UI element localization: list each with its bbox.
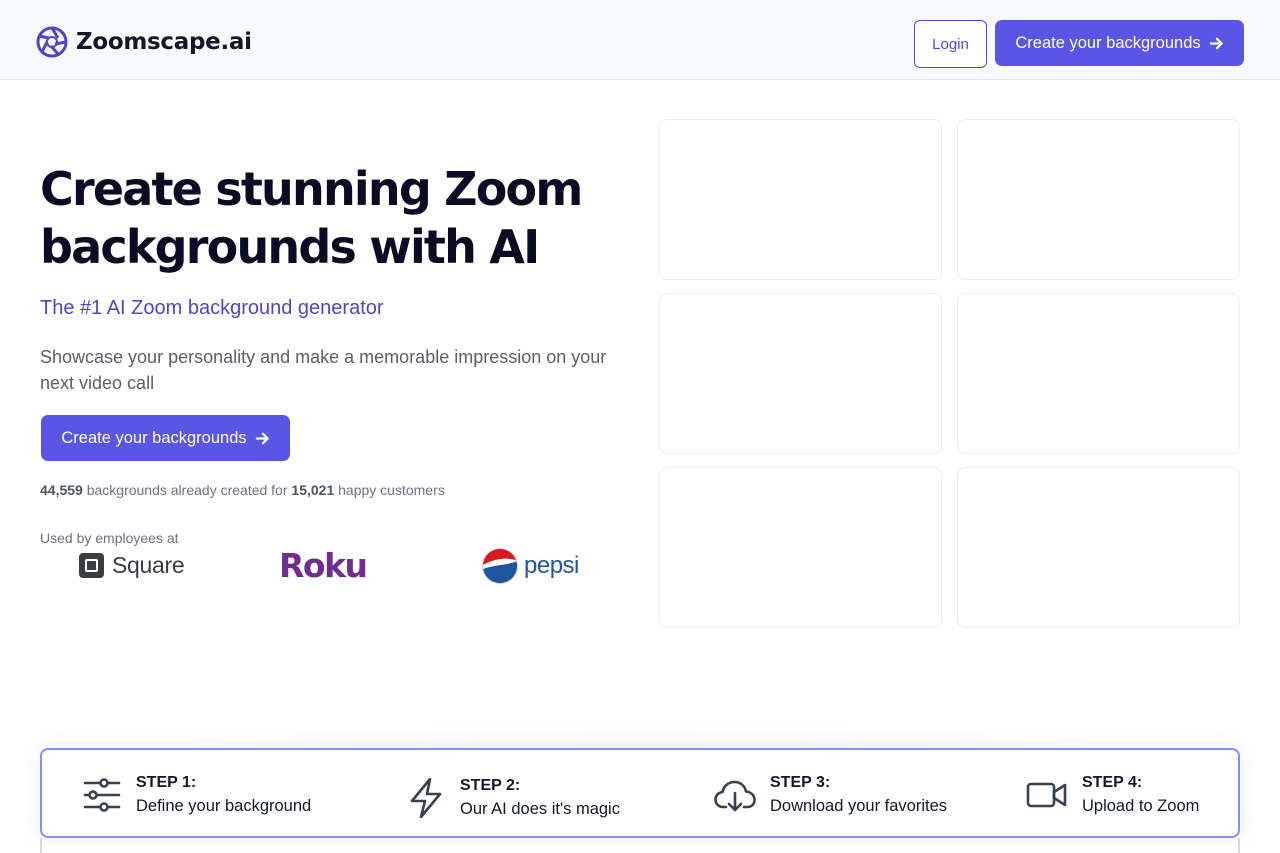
step-4: STEP 4: Upload to Zoom	[1026, 772, 1199, 818]
header-create-backgrounds-button[interactable]: Create your backgrounds	[995, 20, 1244, 66]
gallery-card	[659, 293, 942, 454]
brand-name: Zoomscape.ai	[76, 29, 252, 55]
gallery-card	[659, 467, 942, 628]
hero-description: Showcase your personality and make a mem…	[40, 347, 607, 393]
step-4-text: Upload to Zoom	[1082, 797, 1200, 815]
step-2: STEP 2: Our AI does it's magic	[406, 775, 620, 821]
sliders-icon	[83, 778, 121, 812]
usage-stats: 44,559 backgrounds already created for 1…	[40, 482, 445, 498]
brand[interactable]: Zoomscape.ai	[36, 26, 252, 58]
pepsi-globe-icon	[481, 547, 519, 585]
step-2-text-group: STEP 2: Our AI does it's magic	[460, 775, 620, 821]
hero-title-line2: backgrounds with AI	[40, 220, 540, 274]
step-3-label: STEP 3:	[770, 774, 831, 791]
square-mark-icon	[79, 553, 104, 578]
step-1: STEP 1: Define your background	[82, 772, 311, 818]
customers-text: happy customers	[338, 482, 445, 498]
hero-title: Create stunning Zoom backgrounds with AI	[40, 160, 640, 276]
step-3-text: Download your favorites	[770, 797, 948, 815]
backgrounds-text: backgrounds already created for	[86, 482, 288, 498]
roku-logo-text: Roku	[279, 546, 368, 585]
gallery-card	[659, 119, 942, 280]
cloud-download-icon	[714, 780, 756, 812]
arrow-right-icon	[1209, 37, 1223, 49]
hero-subtitle: The #1 AI Zoom background generator	[40, 297, 384, 319]
used-by-label: Used by employees at	[40, 530, 179, 546]
square-logo-text: Square	[112, 552, 185, 578]
hero-cta-label: Create your backgrounds	[61, 428, 247, 447]
step-2-text: Our AI does it's magic	[460, 800, 620, 818]
login-button[interactable]: Login	[914, 20, 987, 68]
pepsi-logo: pepsi	[481, 547, 579, 585]
aperture-logo-icon	[36, 26, 68, 58]
pepsi-logo-text: pepsi	[524, 552, 579, 579]
lightning-icon	[410, 778, 442, 818]
steps-bar: STEP 1: Define your background STEP 2: O…	[40, 748, 1240, 838]
gallery-card	[957, 467, 1240, 628]
steps-panel-below	[40, 838, 1240, 853]
hero-create-backgrounds-button[interactable]: Create your backgrounds	[41, 415, 290, 461]
step-3: STEP 3: Download your favorites	[714, 772, 947, 818]
backgrounds-count: 44,559	[40, 482, 83, 498]
video-camera-icon	[1026, 782, 1067, 808]
arrow-right-icon	[255, 432, 269, 444]
hero-title-line1: Create stunning Zoom	[40, 162, 583, 216]
site-header: Zoomscape.ai Login Create your backgroun…	[0, 0, 1280, 80]
step-3-text-group: STEP 3: Download your favorites	[770, 772, 947, 818]
square-logo: Square	[79, 552, 185, 579]
customers-count: 15,021	[291, 482, 335, 498]
gallery-card	[957, 293, 1240, 454]
gallery-card	[957, 119, 1240, 280]
step-2-label: STEP 2:	[460, 777, 521, 794]
step-1-text-group: STEP 1: Define your background	[136, 772, 311, 818]
header-cta-label: Create your backgrounds	[1015, 33, 1201, 52]
roku-logo: Roku	[279, 546, 368, 585]
step-4-label: STEP 4:	[1082, 774, 1143, 791]
step-1-label: STEP 1:	[136, 774, 197, 791]
step-1-text: Define your background	[136, 797, 312, 815]
step-4-text-group: STEP 4: Upload to Zoom	[1082, 772, 1199, 818]
